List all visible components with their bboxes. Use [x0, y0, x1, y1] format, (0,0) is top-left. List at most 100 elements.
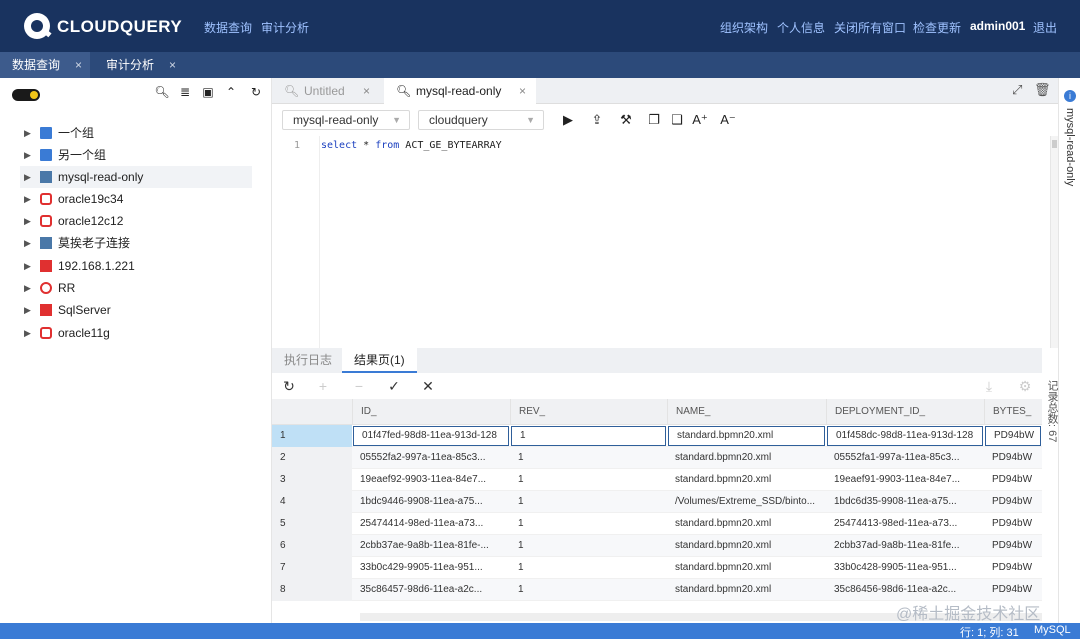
user-name[interactable]: admin001	[970, 19, 1025, 33]
upload-icon[interactable]: ⇪	[589, 112, 605, 128]
nav-audit-analysis[interactable]: 审计分析	[261, 19, 309, 36]
tree-item[interactable]: ▶ RR	[20, 277, 252, 299]
column-header[interactable]: NAME_	[667, 399, 826, 425]
connection-select[interactable]: mysql-read-only ▼	[282, 110, 410, 130]
table-cell[interactable]: PD94bW	[984, 469, 1042, 491]
tree-item[interactable]: ▶ oracle19c34	[20, 188, 252, 210]
new-folder-icon[interactable]: ▣	[200, 84, 216, 100]
confirm-icon[interactable]: ✓	[385, 377, 403, 395]
tree-item[interactable]: ▶ 192.168.1.221	[20, 255, 252, 277]
caret-right-icon[interactable]: ▶	[24, 144, 31, 166]
table-cell[interactable]: standard.bpmn20.xml	[667, 579, 826, 601]
caret-right-icon[interactable]: ▶	[24, 122, 31, 144]
font-decrease-icon[interactable]: A⁻	[720, 112, 736, 128]
remove-row-icon[interactable]: −	[350, 377, 368, 395]
table-cell[interactable]: PD94bW	[984, 447, 1042, 469]
table-cell[interactable]: 2cbb37ae-9a8b-11ea-81fe-...	[352, 535, 510, 557]
table-cell[interactable]: 35c86456-98d6-11ea-a2c...	[826, 579, 984, 601]
close-icon[interactable]: ×	[169, 52, 176, 78]
nav-check-update[interactable]: 检查更新	[913, 19, 961, 36]
table-cell[interactable]: standard.bpmn20.xml	[668, 426, 825, 446]
theme-toggle[interactable]	[12, 89, 40, 101]
nav-data-query[interactable]: 数据查询	[204, 19, 252, 36]
table-cell[interactable]: standard.bpmn20.xml	[667, 557, 826, 579]
table-cell[interactable]: standard.bpmn20.xml	[667, 535, 826, 557]
table-cell[interactable]: /Volumes/Extreme_SSD/binto...	[667, 491, 826, 513]
close-icon[interactable]: ×	[519, 78, 526, 104]
add-row-icon[interactable]: +	[314, 377, 332, 395]
info-icon[interactable]: i	[1064, 90, 1076, 102]
code-line[interactable]: select * from ACT_GE_BYTEARRAY	[321, 140, 502, 151]
download-icon[interactable]: ⤓	[980, 377, 998, 395]
app-tab-audit[interactable]: 审计分析 ×	[94, 52, 184, 78]
caret-right-icon[interactable]: ▶	[24, 166, 31, 188]
table-cell[interactable]: standard.bpmn20.xml	[667, 469, 826, 491]
query-tab-untitled[interactable]: 🔍︎ Untitled ×	[272, 78, 380, 104]
caret-right-icon[interactable]: ▶	[24, 299, 31, 321]
table-cell[interactable]: 1bdc9446-9908-11ea-a75...	[352, 491, 510, 513]
table-cell[interactable]: 25474414-98ed-11ea-a73...	[352, 513, 510, 535]
table-cell[interactable]: 1	[510, 491, 667, 513]
caret-right-icon[interactable]: ▶	[24, 322, 31, 344]
caret-right-icon[interactable]: ▶	[24, 232, 31, 254]
table-cell[interactable]: 05552fa1-997a-11ea-85c3...	[826, 447, 984, 469]
tab-result-page[interactable]: 结果页(1)	[342, 348, 417, 373]
table-row[interactable]: 6 2cbb37ae-9a8b-11ea-81fe-... 1 standard…	[272, 535, 1042, 557]
table-row[interactable]: 2 05552fa2-997a-11ea-85c3... 1 standard.…	[272, 447, 1042, 469]
table-cell[interactable]: PD94bW	[984, 535, 1042, 557]
table-cell[interactable]: 05552fa2-997a-11ea-85c3...	[352, 447, 510, 469]
tree-item[interactable]: ▶ 另一个组	[20, 144, 252, 166]
table-cell[interactable]: 1	[510, 557, 667, 579]
table-row[interactable]: 4 1bdc9446-9908-11ea-a75... 1 /Volumes/E…	[272, 491, 1042, 513]
run-icon[interactable]: ▶︎	[560, 112, 576, 128]
table-cell[interactable]: 1	[510, 513, 667, 535]
font-increase-icon[interactable]: A⁺	[692, 112, 708, 128]
table-cell[interactable]: 1	[510, 535, 667, 557]
table-cell[interactable]: 1	[511, 426, 666, 446]
table-cell[interactable]: 19eaef92-9903-11ea-84e7...	[352, 469, 510, 491]
copy-icon[interactable]: ❐	[646, 112, 662, 128]
close-icon[interactable]: ×	[363, 78, 370, 104]
table-row[interactable]: 8 35c86457-98d6-11ea-a2c... 1 standard.b…	[272, 579, 1042, 601]
table-cell[interactable]: 2cbb37ad-9a8b-11ea-81fe...	[826, 535, 984, 557]
table-cell[interactable]: 25474413-98ed-11ea-a73...	[826, 513, 984, 535]
database-select[interactable]: cloudquery ▼	[418, 110, 544, 130]
fullscreen-icon[interactable]: ⤢	[1012, 82, 1022, 98]
refresh-icon[interactable]: ↻	[280, 377, 298, 395]
table-cell[interactable]: 33b0c429-9905-11ea-951...	[352, 557, 510, 579]
tree-item[interactable]: ▶ 一个组	[20, 122, 252, 144]
trash-icon[interactable]: 🗑︎	[1034, 82, 1051, 98]
table-cell[interactable]: 19eaef91-9903-11ea-84e7...	[826, 469, 984, 491]
table-cell[interactable]: 1	[510, 579, 667, 601]
collapse-all-icon[interactable]: ⌃	[223, 84, 239, 100]
nav-close-all-windows[interactable]: 关闭所有窗口	[834, 19, 906, 36]
tree-item[interactable]: ▶ oracle12c12	[20, 210, 252, 232]
cancel-icon[interactable]: ✕	[419, 377, 437, 395]
table-cell[interactable]: 35c86457-98d6-11ea-a2c...	[352, 579, 510, 601]
app-tab-data-query[interactable]: 数据查询 ×	[0, 52, 90, 78]
editor-scrollbar[interactable]	[1050, 136, 1058, 348]
table-cell[interactable]: PD94bW	[984, 491, 1042, 513]
table-cell[interactable]: standard.bpmn20.xml	[667, 447, 826, 469]
gear-icon[interactable]: ⚙	[1016, 377, 1034, 395]
table-row[interactable]: 3 19eaef92-9903-11ea-84e7... 1 standard.…	[272, 469, 1042, 491]
caret-right-icon[interactable]: ▶	[24, 210, 31, 232]
nav-personal-info[interactable]: 个人信息	[777, 19, 825, 36]
column-header[interactable]: BYTES_	[984, 399, 1042, 425]
table-cell[interactable]: 1	[510, 447, 667, 469]
logout-link[interactable]: 退出	[1033, 19, 1057, 36]
tree-item[interactable]: ▶ oracle11g	[20, 322, 252, 344]
table-cell[interactable]: 01f458dc-98d8-11ea-913d-128	[827, 426, 983, 446]
tree-item[interactable]: ▶ SqlServer	[20, 299, 252, 321]
column-header[interactable]: REV_	[510, 399, 667, 425]
column-header[interactable]: ID_	[352, 399, 510, 425]
table-cell[interactable]: 1bdc6d35-9908-11ea-a75...	[826, 491, 984, 513]
table-cell[interactable]: 01f47fed-98d8-11ea-913d-128	[353, 426, 509, 446]
table-cell[interactable]: PD94bW	[985, 426, 1041, 446]
table-row[interactable]: 7 33b0c429-9905-11ea-951... 1 standard.b…	[272, 557, 1042, 579]
table-row[interactable]: 5 25474414-98ed-11ea-a73... 1 standard.b…	[272, 513, 1042, 535]
caret-right-icon[interactable]: ▶	[24, 255, 31, 277]
right-rail-connection[interactable]: mysql-read-only	[1064, 108, 1076, 186]
caret-right-icon[interactable]: ▶	[24, 188, 31, 210]
tab-execution-log[interactable]: 执行日志	[272, 348, 344, 373]
